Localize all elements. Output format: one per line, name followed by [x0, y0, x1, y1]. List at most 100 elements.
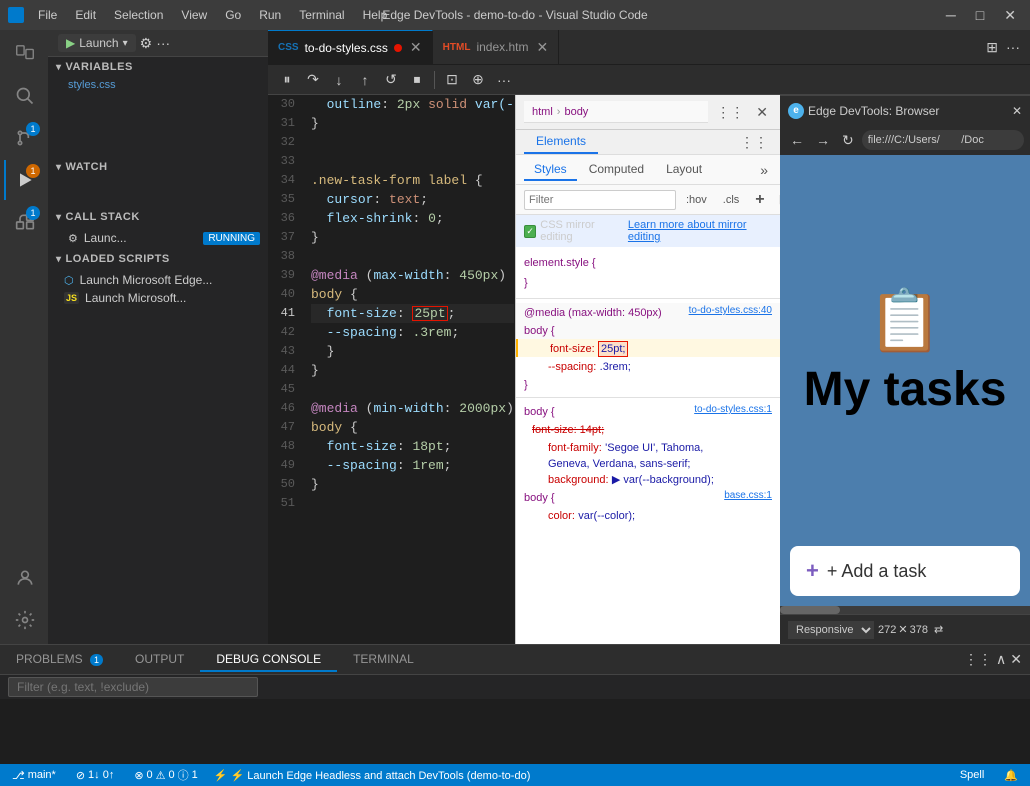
- debug-open-devtools-btn[interactable]: ⊡: [441, 69, 463, 91]
- styles-filter-input[interactable]: [524, 190, 676, 210]
- debug-console-filter[interactable]: [8, 677, 258, 697]
- debug-more-btn[interactable]: ···: [493, 69, 515, 91]
- browser-horizontal-scrollbar[interactable]: [780, 606, 1030, 614]
- rotate-icon[interactable]: ⇄: [934, 623, 943, 636]
- bottom-panel: PROBLEMS 1 OUTPUT DEBUG CONSOLE TERMINAL…: [0, 644, 1030, 764]
- breadcrumb-body[interactable]: body: [564, 106, 588, 118]
- menu-file[interactable]: File: [30, 6, 65, 24]
- debug-step-over-btn[interactable]: ↷: [302, 69, 324, 91]
- menu-selection[interactable]: Selection: [106, 6, 171, 24]
- debug-status[interactable]: ⚡ ⚡ Launch Edge Headless and attach DevT…: [210, 769, 535, 782]
- bottom-more-icon[interactable]: ⋮⋮: [964, 651, 992, 668]
- tab-problems[interactable]: PROBLEMS 1: [0, 648, 119, 672]
- cls-btn[interactable]: .cls: [717, 192, 746, 208]
- bottom-close-icon[interactable]: ✕: [1010, 651, 1022, 668]
- devtools-close-icon[interactable]: ✕: [752, 102, 772, 123]
- line-num-36: 36: [276, 209, 295, 228]
- color-value: var(--color);: [578, 510, 635, 522]
- css-font-size-rule: font-size: 25pt;: [516, 339, 780, 357]
- code-line-42: --spacing: .3rem;: [311, 323, 514, 342]
- menu-go[interactable]: Go: [217, 6, 249, 24]
- debug-stop-btn[interactable]: ⏹: [406, 69, 428, 91]
- debug-pause-btn[interactable]: ⏸: [276, 69, 298, 91]
- subtab-layout[interactable]: Layout: [656, 159, 712, 181]
- viewport-mode-select[interactable]: Responsive: [788, 621, 874, 639]
- browser-back-btn[interactable]: ←: [786, 130, 808, 150]
- code-line-39: @media (max-width: 450px): [311, 266, 514, 285]
- script-item-launch-edge[interactable]: ⬡ Launch Microsoft Edge...: [48, 271, 268, 289]
- extensions-icon[interactable]: 1: [4, 202, 44, 242]
- add-task-button[interactable]: + + Add a task: [790, 546, 1020, 596]
- devtools-more-icon[interactable]: ⋮⋮: [712, 102, 748, 123]
- script-item-launch-js[interactable]: JS Launch Microsoft...: [48, 289, 268, 307]
- explorer-icon[interactable]: [4, 34, 44, 74]
- add-style-btn[interactable]: +: [749, 189, 770, 211]
- subtab-more-icon[interactable]: »: [756, 160, 772, 180]
- bell-status[interactable]: 🔔: [1000, 769, 1022, 782]
- settings-icon[interactable]: [4, 600, 44, 640]
- tab-elements[interactable]: Elements: [524, 130, 598, 154]
- tab-html-close[interactable]: ✕: [536, 39, 548, 56]
- bottom-collapse-icon[interactable]: ∧: [996, 651, 1006, 668]
- debug-step-into-btn[interactable]: ↓: [328, 69, 350, 91]
- debug-restart-btn[interactable]: ↺: [380, 69, 402, 91]
- minimize-button[interactable]: ─: [940, 5, 962, 25]
- menu-run[interactable]: Run: [251, 6, 289, 24]
- body-source-1[interactable]: to-do-styles.css:1: [694, 404, 772, 415]
- subtab-styles[interactable]: Styles: [524, 159, 577, 181]
- spacing-prop: --spacing:: [548, 361, 596, 373]
- split-editor-icon[interactable]: ⊞: [984, 37, 1000, 58]
- debug-inspect-btn[interactable]: ⊕: [467, 69, 489, 91]
- code-editor[interactable]: 30 31 32 33 34 35 36 37 38 39 40 41 42 4…: [268, 95, 515, 644]
- line-num-37: 37: [276, 228, 295, 247]
- tab-html[interactable]: HTML index.htm ✕: [433, 30, 560, 65]
- browser-scrollbar-thumb[interactable]: [780, 606, 840, 614]
- mirror-edit-link[interactable]: Learn more about mirror editing: [628, 219, 772, 243]
- account-icon[interactable]: [4, 558, 44, 598]
- problems-status[interactable]: ⊗ 0 ⚠ 0 ⓘ 1: [130, 767, 201, 783]
- media-source-link[interactable]: to-do-styles.css:40: [689, 305, 772, 316]
- line-num-46: 46: [276, 399, 295, 418]
- sync-status[interactable]: ⊘ 1↓ 0↑: [72, 769, 119, 782]
- browser-close-icon[interactable]: ✕: [1012, 104, 1022, 118]
- callstack-header[interactable]: ▾ CALL STACK: [48, 207, 268, 227]
- tab-terminal[interactable]: TERMINAL: [337, 648, 430, 672]
- restore-button[interactable]: □: [970, 5, 990, 25]
- loaded-scripts-header[interactable]: ▾ LOADED SCRIPTS: [48, 249, 268, 269]
- menu-edit[interactable]: Edit: [67, 6, 104, 24]
- watch-header[interactable]: ▾ WATCH: [48, 157, 268, 177]
- tab-css[interactable]: CSS to-do-styles.css ✕: [268, 30, 433, 65]
- variables-header[interactable]: ▾ VARIABLES: [48, 57, 268, 77]
- subtab-computed[interactable]: Computed: [579, 159, 654, 181]
- browser-forward-btn[interactable]: →: [812, 130, 834, 150]
- close-button[interactable]: ✕: [998, 5, 1022, 26]
- menu-terminal[interactable]: Terminal: [291, 6, 352, 24]
- tab-debug-console[interactable]: DEBUG CONSOLE: [200, 648, 337, 672]
- more-tabs-icon[interactable]: ···: [1004, 37, 1022, 57]
- browser-refresh-btn[interactable]: ↻: [838, 130, 858, 151]
- callstack-item[interactable]: ⚙ Launc... RUNNING: [48, 229, 268, 247]
- source-control-icon[interactable]: 1: [4, 118, 44, 158]
- launch-run-button[interactable]: ▶ Launch ▾: [58, 34, 136, 52]
- launch-more-icon[interactable]: ···: [156, 35, 170, 51]
- browser-url-input[interactable]: [862, 130, 1024, 150]
- code-line-47: body {: [311, 418, 514, 437]
- spell-check-status[interactable]: Spell: [956, 769, 988, 781]
- debug-step-out-btn[interactable]: ↑: [354, 69, 376, 91]
- pseudo-class-btn[interactable]: :hov: [680, 192, 713, 208]
- tab-css-close[interactable]: ✕: [410, 39, 422, 56]
- search-activity-icon[interactable]: [4, 76, 44, 116]
- mirror-edit-checkbox[interactable]: ✓: [524, 225, 536, 238]
- body-source-base[interactable]: base.css:1: [724, 490, 772, 501]
- window-controls: ─ □ ✕: [940, 5, 1022, 26]
- tab-output[interactable]: OUTPUT: [119, 648, 200, 672]
- devtools-options-icon[interactable]: ⋮⋮: [736, 132, 772, 153]
- menu-view[interactable]: View: [173, 6, 215, 24]
- element-style-selector: element.style {: [524, 257, 596, 269]
- git-branch-status[interactable]: ⎇ main*: [8, 769, 60, 782]
- play-icon: ▶: [66, 36, 75, 50]
- launch-gear-icon[interactable]: ⚙: [140, 35, 153, 52]
- run-debug-icon[interactable]: 1: [4, 160, 44, 200]
- variables-title: VARIABLES: [66, 61, 133, 73]
- breadcrumb-html[interactable]: html: [532, 106, 553, 118]
